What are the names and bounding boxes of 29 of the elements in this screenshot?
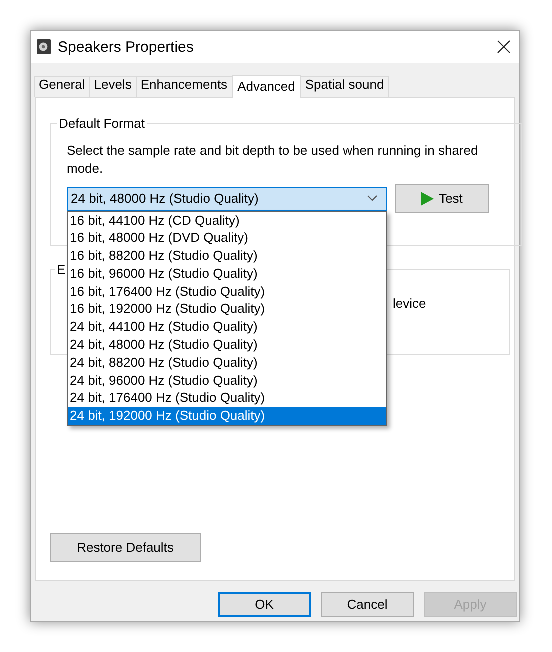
dialog-button[interactable]: Cancel — [321, 592, 414, 617]
dropdown-option[interactable]: 16 bit, 192000 Hz (Studio Quality) — [68, 300, 386, 318]
play-icon — [421, 192, 434, 206]
tab[interactable]: General — [34, 76, 90, 97]
dropdown-option[interactable]: 24 bit, 96000 Hz (Studio Quality) — [68, 372, 386, 390]
option-text: levice — [393, 296, 428, 311]
dropdown-option[interactable]: 24 bit, 192000 Hz (Studio Quality) — [68, 407, 386, 426]
dropdown-option[interactable]: 16 bit, 48000 Hz (DVD Quality) — [68, 229, 386, 248]
format-dropdown[interactable]: 24 bit, 48000 Hz (Studio Quality) — [67, 186, 387, 210]
dropdown-option[interactable]: 24 bit, 88200 Hz (Studio Quality) — [68, 354, 386, 372]
dropdown-option[interactable]: 16 bit, 96000 Hz (Studio Quality) — [68, 264, 386, 283]
window-title: Speakers Properties — [58, 38, 195, 56]
tab[interactable]: Advanced — [232, 75, 302, 98]
dialog-button[interactable]: OK — [218, 592, 311, 617]
dropdown-option[interactable]: 16 bit, 44100 Hz (CD Quality) — [68, 212, 386, 230]
close-icon[interactable] — [497, 40, 511, 54]
restore-defaults-button[interactable]: Restore Defaults — [50, 533, 201, 562]
speaker-icon — [36, 39, 52, 55]
chevron-icon — [367, 195, 378, 202]
tab[interactable]: Spatial sound — [300, 76, 390, 97]
dropdown-option[interactable]: 16 bit, 88200 Hz (Studio Quality) — [68, 247, 386, 265]
dropdown-option[interactable]: 24 bit, 48000 Hz (Studio Quality) — [68, 336, 386, 354]
dropdown-option[interactable]: 16 bit, 176400 Hz (Studio Quality) — [68, 282, 386, 300]
dropdown-option[interactable]: 24 bit, 44100 Hz (Studio Quality) — [68, 318, 386, 336]
test-button[interactable]: Test — [395, 184, 489, 213]
description-text: Select the sample rate and bit depth to be used when running in shared mode. — [67, 142, 480, 178]
group-label: E — [56, 262, 67, 277]
dropdown-option[interactable]: 24 bit, 176400 Hz (Studio Quality) — [68, 389, 386, 408]
group-label: Default Format — [58, 116, 146, 131]
